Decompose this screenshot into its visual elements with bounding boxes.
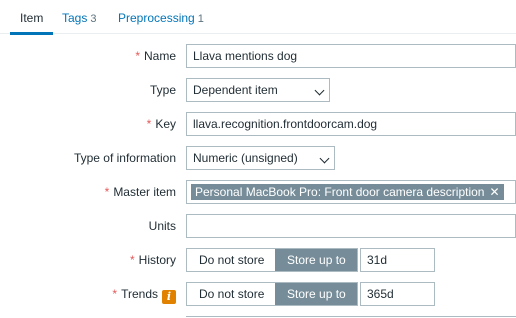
- key-label-text: Key: [155, 117, 176, 131]
- key-label: * Key: [147, 117, 176, 131]
- history-do-not-store-option[interactable]: Do not store: [187, 249, 275, 271]
- history-label-text: History: [138, 253, 176, 267]
- type-of-information-select[interactable]: Numeric (unsigned): [186, 146, 335, 170]
- name-label-text: Name: [143, 49, 176, 63]
- required-marker: *: [104, 185, 110, 199]
- trends-label-text: Trends: [121, 287, 158, 301]
- master-item-tag: Personal MacBook Pro: Front door camera …: [191, 184, 504, 200]
- tab-preprocessing-count: 1: [197, 13, 204, 25]
- trends-do-not-store-option[interactable]: Do not store: [187, 283, 275, 305]
- name-input[interactable]: Llava mentions dog: [186, 44, 516, 68]
- type-of-information-label: Type of information: [73, 151, 176, 165]
- type-select-value: Dependent item: [193, 83, 278, 97]
- tab-item-label: Item: [20, 11, 44, 25]
- required-marker: *: [129, 253, 135, 267]
- tab-item[interactable]: Item: [10, 0, 54, 35]
- master-item-label: * Master item: [105, 185, 176, 199]
- trends-toggle: Do not store Store up to: [186, 282, 358, 306]
- master-item-multiselect[interactable]: Personal MacBook Pro: Front door camera …: [186, 180, 516, 204]
- key-input[interactable]: llava.recognition.frontdoorcam.dog: [186, 112, 516, 136]
- tab-tags-label: Tags: [62, 11, 88, 25]
- tab-tags[interactable]: Tags 3: [62, 0, 96, 34]
- trends-store-up-to-option[interactable]: Store up to: [275, 283, 357, 305]
- trends-period-input[interactable]: 365d: [360, 282, 435, 306]
- history-toggle: Do not store Store up to: [186, 248, 358, 272]
- history-period-input[interactable]: 31d: [360, 248, 435, 272]
- units-input[interactable]: [186, 214, 516, 238]
- required-marker: *: [112, 287, 118, 301]
- tab-bar: Item Tags 3 Preprocessing 1: [0, 0, 516, 35]
- tab-tags-count: 3: [90, 13, 97, 25]
- info-icon[interactable]: i: [162, 290, 176, 304]
- type-label: Type: [149, 83, 176, 97]
- units-label: Units: [148, 219, 176, 233]
- type-select[interactable]: Dependent item: [186, 78, 330, 102]
- chevron-down-icon: [319, 153, 330, 164]
- chevron-down-icon: [314, 85, 325, 96]
- required-marker: *: [146, 117, 152, 131]
- tab-preprocessing[interactable]: Preprocessing 1: [118, 0, 204, 34]
- master-item-tag-label: Personal MacBook Pro: Front door camera …: [195, 185, 485, 199]
- name-label: * Name: [135, 49, 176, 63]
- type-of-information-value: Numeric (unsigned): [193, 151, 298, 165]
- required-marker: *: [135, 49, 140, 63]
- close-icon[interactable]: ✕: [489, 185, 499, 199]
- history-store-up-to-option[interactable]: Store up to: [275, 249, 357, 271]
- master-item-label-text: Master item: [113, 185, 176, 199]
- history-label: * History: [130, 253, 176, 267]
- tab-preprocessing-label: Preprocessing: [118, 11, 195, 25]
- trends-label: * Trends i: [112, 287, 176, 304]
